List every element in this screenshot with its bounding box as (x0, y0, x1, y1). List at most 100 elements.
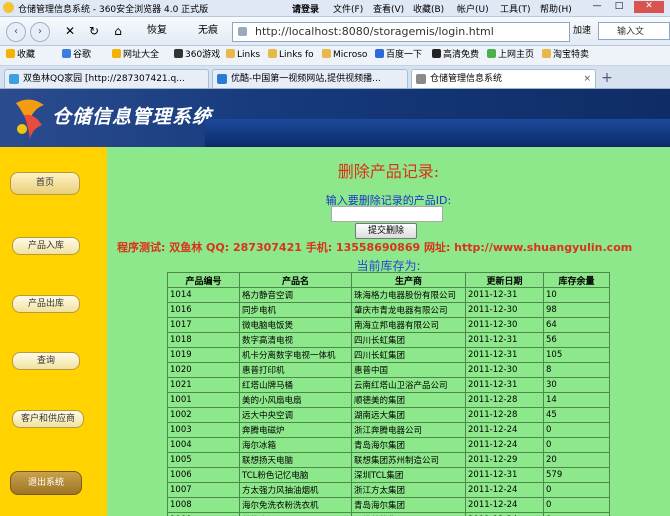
bookmark-favorites[interactable]: 收藏 (6, 49, 35, 62)
table-cell: 10 (543, 287, 610, 303)
table-cell: 2011-12-28 (465, 392, 544, 408)
table-cell: 1005 (167, 452, 240, 468)
new-tab-icon[interactable]: + (598, 70, 616, 88)
bookmark-linksfo[interactable]: Links fo (268, 49, 314, 62)
menu-favorites[interactable]: 收藏(B) (413, 2, 444, 15)
bookmark-360game[interactable]: 360游戏 (174, 49, 220, 62)
site-banner: 仓储信息管理系统 (0, 89, 670, 147)
table-cell: 1003 (167, 422, 240, 438)
minimize-icon[interactable]: — (590, 1, 604, 13)
table-cell: 1004 (167, 437, 240, 453)
back-icon[interactable]: ‹ (6, 22, 26, 42)
product-id-input[interactable] (331, 206, 443, 222)
table-cell: 2011-12-24 (465, 482, 544, 498)
stop-icon[interactable]: ✕ (62, 22, 78, 40)
table-cell: 1018 (167, 332, 240, 348)
table-cell: 联想集团苏州制造公司 (351, 452, 466, 468)
bookmark-hao[interactable]: 网址大全 (112, 49, 159, 62)
table-cell: 2011-12-29 (465, 452, 544, 468)
folder-icon (226, 49, 235, 58)
bookmark-baidu[interactable]: 百度一下 (375, 49, 422, 62)
menu-account[interactable]: 帐户(U) (457, 2, 489, 15)
table-row: 1017 微电脑电饭煲 南海立邦电器有限公司 2011-12-30 64 (167, 317, 610, 333)
table-cell: 深圳TCL集团 (351, 467, 466, 483)
refresh-icon[interactable]: ↻ (86, 22, 102, 40)
accelerate-button[interactable]: 加速 (573, 22, 591, 40)
address-url: http://localhost:8080/storagemis/login.h… (255, 25, 494, 38)
table-cell: 方太强力风抽油烟机 (239, 482, 352, 498)
table-cell: 0 (543, 437, 610, 453)
table-cell: 1001 (167, 392, 240, 408)
bookmarks-bar: 收藏 谷歌 网址大全 360游戏 Links Links fo Microso … (0, 46, 670, 66)
table-cell: 0 (543, 422, 610, 438)
table-cell: 2011-12-24 (465, 497, 544, 513)
sidebar-item-stock-out[interactable]: 产品出库 (12, 295, 80, 313)
column-header: 产品编号 (167, 272, 240, 288)
bookmark-taobao[interactable]: 淘宝特卖 (542, 49, 589, 62)
incognito-button[interactable]: 无痕 (188, 22, 228, 40)
table-cell: TCL粉色记忆电脑 (239, 467, 352, 483)
menu-help[interactable]: 帮助(H) (540, 2, 572, 15)
banner-stripe (205, 119, 670, 147)
close-tab-icon[interactable]: × (583, 70, 591, 88)
table-cell: 2011-12-30 (465, 362, 544, 378)
table-row: 1005 联想扬天电脑 联想集团苏州制造公司 2011-12-29 20 (167, 452, 610, 468)
table-cell: 青岛海尔集团 (351, 497, 466, 513)
close-icon[interactable]: ✕ (634, 1, 664, 13)
tab-qq[interactable]: 双鱼林QQ家园 [http://287307421.q... (4, 69, 209, 88)
forward-icon[interactable]: › (30, 22, 50, 42)
bookmark-links[interactable]: Links (226, 49, 260, 62)
sidebar-item-customers[interactable]: 客户和供应商 (12, 410, 84, 428)
table-cell: 2011-12-24 (465, 437, 544, 453)
qq-icon (9, 74, 19, 84)
tab-youku[interactable]: 优酷-中国第一视频网站,提供视频播... (212, 69, 408, 88)
window-titlebar: 仓储管理信息系统 - 360安全浏览器 4.0 正式版 请登录 文件(F) 查看… (0, 0, 670, 17)
bookmark-hd[interactable]: 高清免费 (432, 49, 479, 62)
table-cell: 1007 (167, 482, 240, 498)
table-cell: 1020 (167, 362, 240, 378)
home-icon[interactable]: ⌂ (110, 22, 126, 40)
star-icon (6, 49, 15, 58)
sidebar-item-stock-in[interactable]: 产品入库 (12, 237, 80, 255)
table-row: 1001 美的小风扇电扇 顺德美的集团 2011-12-28 14 (167, 392, 610, 408)
menu-view[interactable]: 查看(V) (373, 2, 404, 15)
table-cell: 浙江方太集团 (351, 482, 466, 498)
folder-icon (268, 49, 277, 58)
sidebar-item-query[interactable]: 查询 (12, 352, 80, 370)
table-cell: 顺德美的集团 (351, 392, 466, 408)
table-cell: 海尔免洗衣粉洗衣机 (239, 497, 352, 513)
restore-button[interactable]: 恢复 (132, 22, 182, 40)
table-cell: 1006 (167, 467, 240, 483)
table-cell: 8 (543, 362, 610, 378)
table-cell: 顺德美的集团 (351, 512, 466, 516)
delete-submit-button[interactable]: 提交删除 (355, 223, 417, 239)
table-row: 1014 格力静音空调 珠海格力电器股份有限公司 2011-12-31 10 (167, 287, 610, 303)
menu-file[interactable]: 文件(F) (333, 2, 363, 15)
bookmark-google[interactable]: 谷歌 (62, 49, 91, 62)
tab-storage[interactable]: 仓储管理信息系统 × (411, 69, 596, 88)
table-cell: 四川长虹集团 (351, 347, 466, 363)
page-icon (238, 27, 247, 36)
table-row: 1002 远大中央空调 湖南远大集团 2011-12-28 45 (167, 407, 610, 423)
table-body: 1014 格力静音空调 珠海格力电器股份有限公司 2011-12-31 10 1016 同步… (167, 287, 610, 516)
search-input[interactable]: 输入文 (598, 22, 670, 40)
bookmark-homepage[interactable]: 上网主页 (487, 49, 534, 62)
sidebar-item-logout[interactable]: 退出系统 (10, 471, 82, 495)
table-cell: 1021 (167, 377, 240, 393)
column-header: 更新日期 (465, 272, 544, 288)
table-cell: 惠普中国 (351, 362, 466, 378)
table-cell: 0 (543, 497, 610, 513)
address-bar[interactable]: http://localhost:8080/storagemis/login.h… (232, 22, 570, 42)
site-icon (112, 49, 121, 58)
browser-logo-icon (3, 2, 14, 13)
sidebar-item-home[interactable]: 首页 (10, 172, 80, 195)
menu-tools[interactable]: 工具(T) (500, 2, 531, 15)
maximize-icon[interactable]: □ (612, 1, 626, 13)
table-cell: 2011-12-24 (465, 512, 544, 516)
main-panel: 删除产品记录: 输入要删除记录的产品ID: 提交删除 程序测试: 双鱼林 QQ:… (107, 147, 670, 516)
table-row: 1004 海尔冰箱 青岛海尔集团 2011-12-24 0 (167, 437, 610, 453)
table-row: 1003 奔腾电磁炉 浙江奔腾电器公司 2011-12-24 0 (167, 422, 610, 438)
login-link[interactable]: 请登录 (292, 2, 319, 15)
column-header: 产品名 (239, 272, 352, 288)
bookmark-microsoft[interactable]: Microso (322, 49, 367, 62)
